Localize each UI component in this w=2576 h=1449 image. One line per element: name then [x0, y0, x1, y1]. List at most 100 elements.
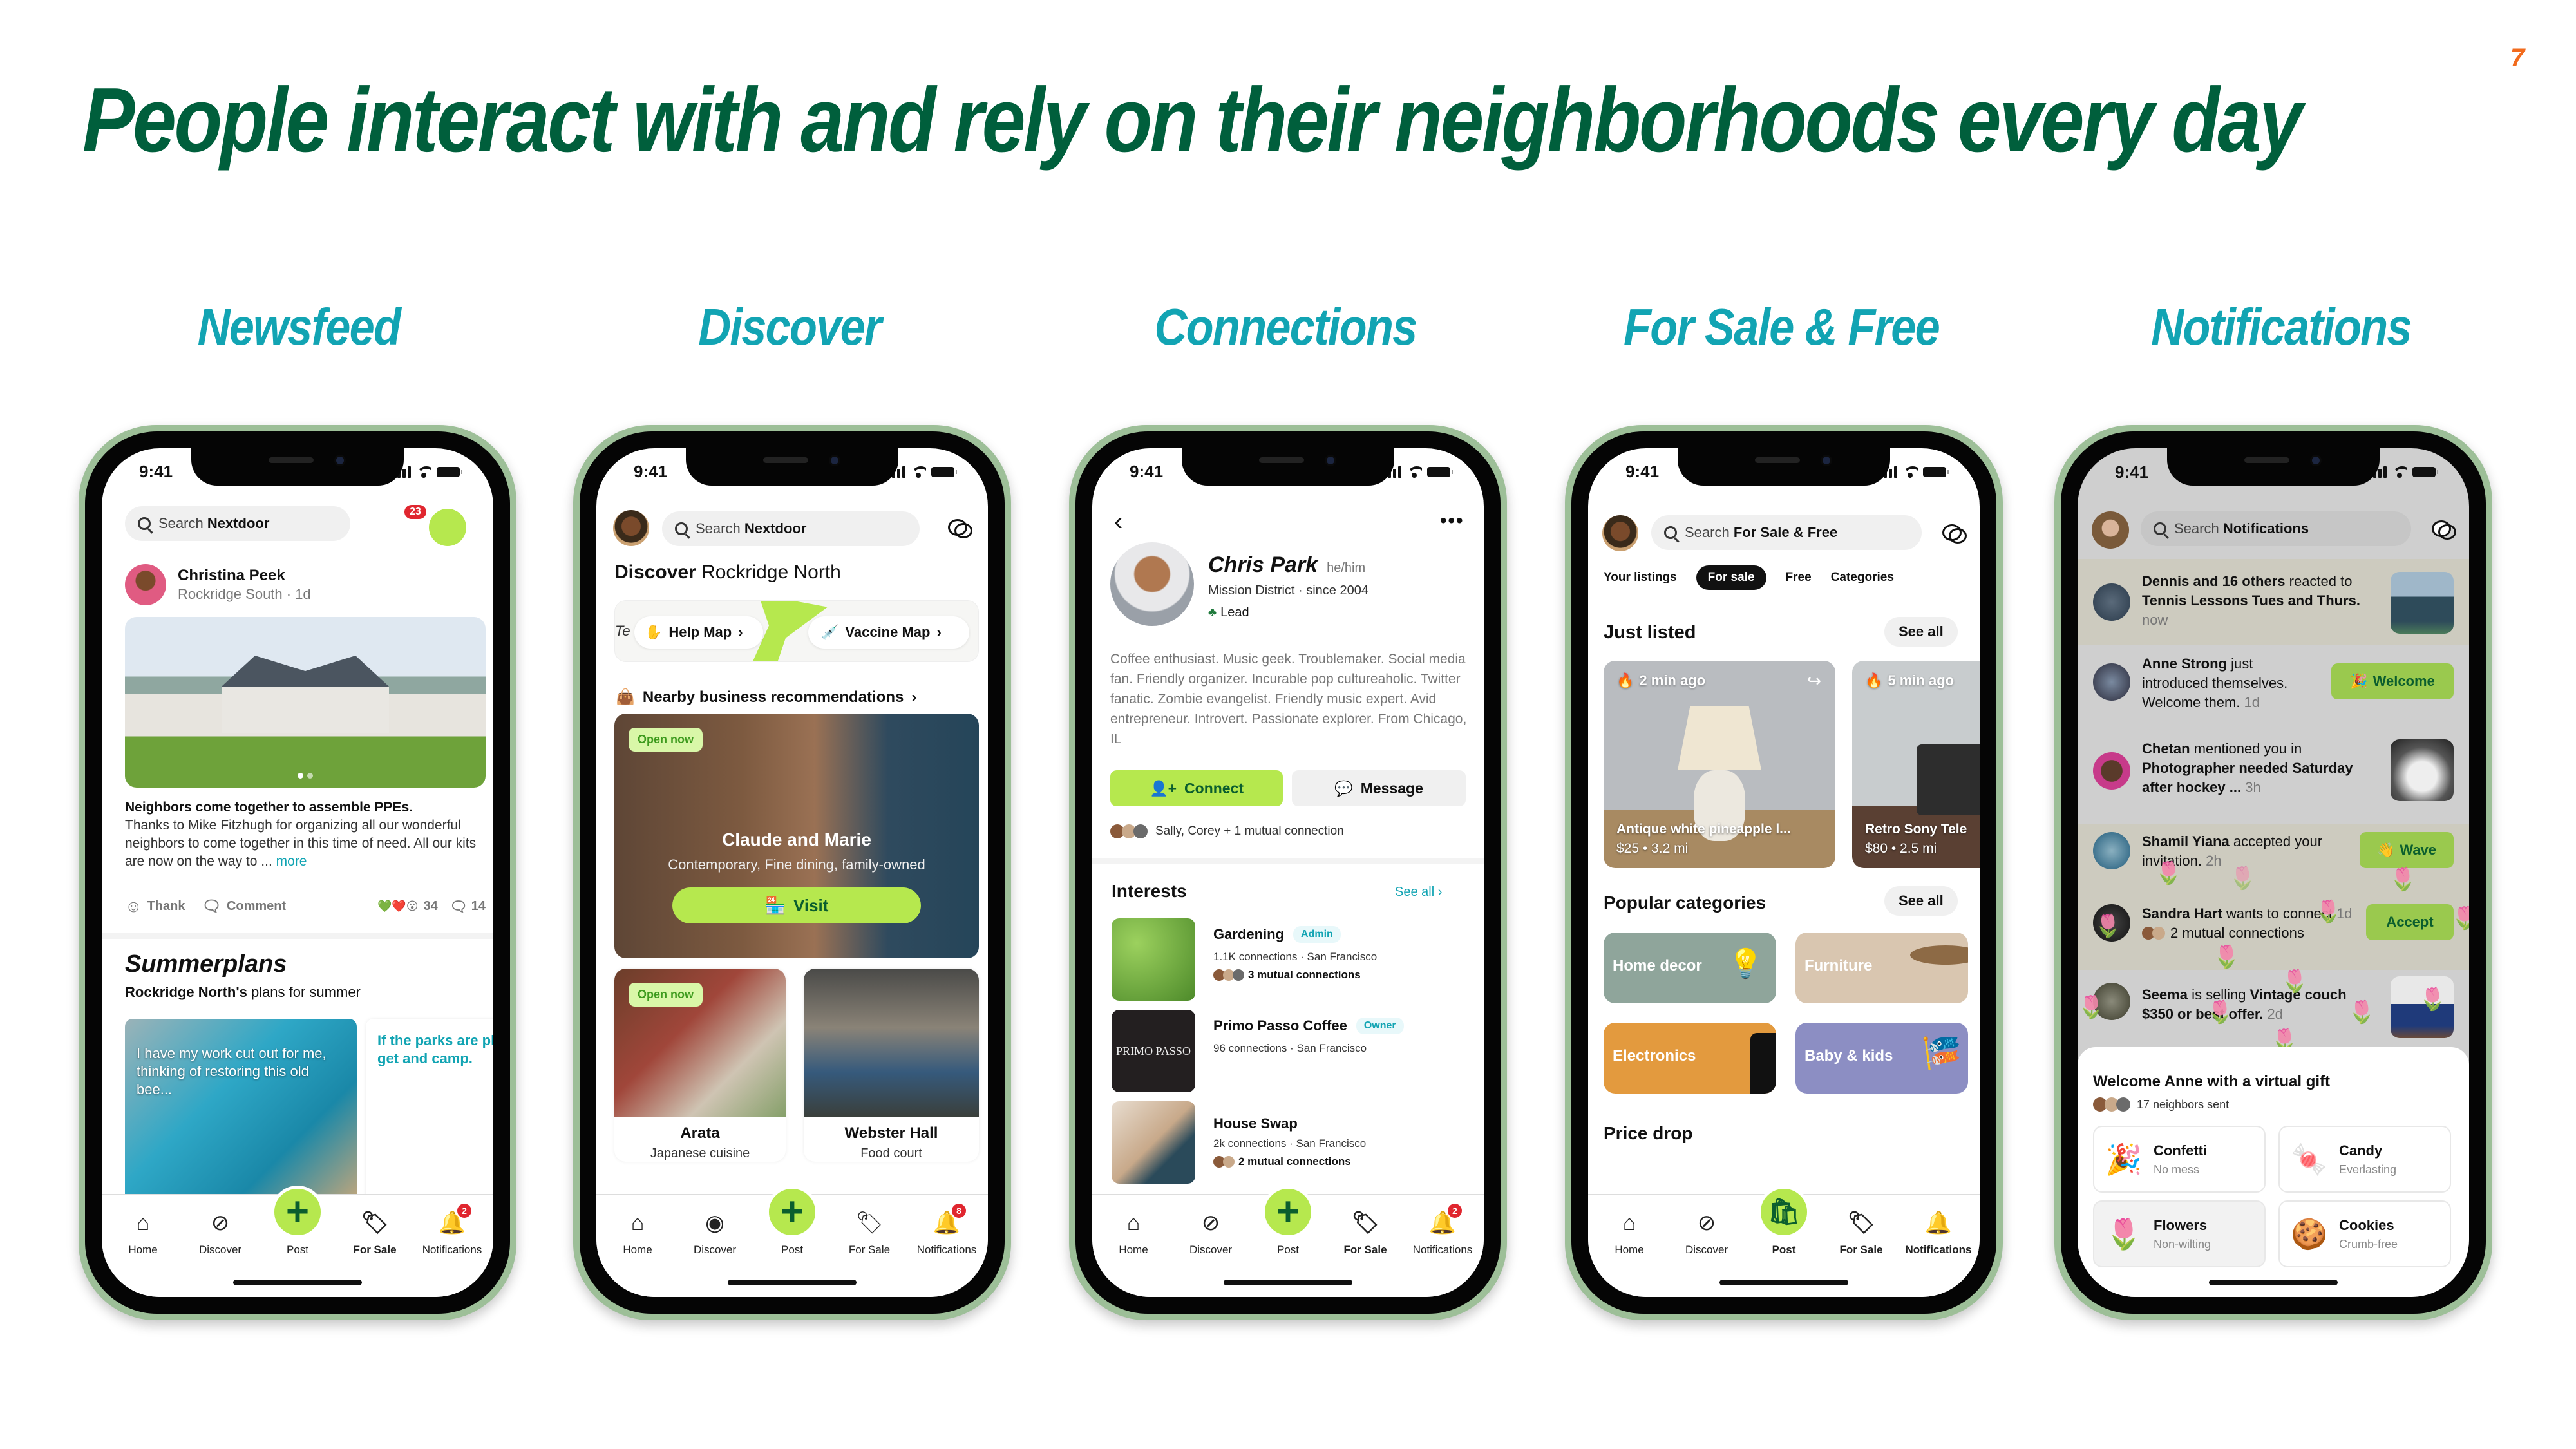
category-home-decor[interactable]: Home decor 💡: [1604, 933, 1776, 1003]
connections-screen: 9:41 ‹ ••• Chris Park he/him Mission Dis…: [1092, 448, 1484, 1297]
map-street-label: Te: [615, 623, 630, 639]
tab-home[interactable]: ⌂ Home: [1591, 1210, 1668, 1297]
bell-icon: 🔔 8: [933, 1204, 966, 1236]
tab-home[interactable]: ⌂ Home: [104, 1210, 182, 1297]
smile-icon: ☺: [125, 896, 142, 916]
profile-avatar[interactable]: [1602, 515, 1638, 551]
see-all-button[interactable]: See all: [1884, 886, 1958, 916]
see-all-button[interactable]: See all: [1884, 617, 1958, 647]
filter-for-sale[interactable]: For sale: [1696, 565, 1766, 590]
accept-button[interactable]: Accept: [2366, 904, 2454, 940]
gift-cookies[interactable]: 🍪 Cookies Crumb-free: [2278, 1200, 2451, 1267]
business-name: Claude and Marie: [722, 829, 871, 849]
profile-name: Chris Park: [1208, 553, 1318, 577]
search-bar[interactable]: Search Notifications: [2141, 511, 2411, 546]
see-all-link[interactable]: See all ›: [1395, 885, 1442, 900]
tulip-icon: 🌷: [2419, 987, 2447, 1012]
filter-categories[interactable]: Categories: [1831, 571, 1894, 585]
search-bar[interactable]: Search Nextdoor: [125, 506, 350, 541]
comment-count[interactable]: 🗨 14: [450, 898, 486, 915]
notification-count-badge[interactable]: 23: [404, 505, 426, 519]
interest-primo-passo[interactable]: PRIMO PASSO Primo Passo Coffee Owner 96 c…: [1112, 1010, 1472, 1094]
tag-icon: 🏷: [361, 1211, 389, 1235]
messages-icon[interactable]: [1942, 523, 1967, 544]
messages-icon[interactable]: [2432, 519, 2456, 540]
camera-icon: [1325, 455, 1336, 466]
tab-home[interactable]: ⌂ Home: [599, 1210, 676, 1297]
gift-confetti[interactable]: 🎉 Confetti No mess: [2093, 1126, 2266, 1193]
search-placeholder-bold: Nextdoor: [207, 515, 270, 531]
business-description: Japanese cuisine: [650, 1146, 750, 1160]
business-name: Arata: [680, 1124, 720, 1142]
notification-item[interactable]: Chetan mentioned you in Photographer nee…: [2078, 739, 2469, 819]
thank-button[interactable]: ☺ Thank: [125, 896, 185, 916]
pronouns: he/him: [1327, 561, 1366, 575]
hand-icon: ✋: [645, 624, 663, 640]
tab-home[interactable]: ⌂ Home: [1095, 1210, 1172, 1297]
business-card-arata[interactable]: Open now Arata Japanese cuisine: [614, 969, 786, 1162]
notification-item[interactable]: Dennis and 16 others reacted to Tennis L…: [2078, 559, 2469, 645]
more-link[interactable]: more: [276, 854, 307, 869]
compass-icon: ⊘: [211, 1211, 230, 1235]
help-map-button[interactable]: ✋ Help Map ›: [634, 616, 763, 649]
vaccine-map-button[interactable]: 💉 Vaccine Map ›: [808, 616, 969, 649]
comment-button[interactable]: 🗨 Comment: [202, 897, 286, 916]
tab-notifications[interactable]: 🔔 Notifications: [1900, 1210, 1977, 1297]
price-drop-title: Price drop: [1604, 1123, 1693, 1143]
category-furniture[interactable]: Furniture: [1795, 933, 1968, 1003]
search-bar[interactable]: Search Nextdoor: [662, 511, 920, 546]
gift-candy[interactable]: 🍬 Candy Everlasting: [2278, 1126, 2451, 1193]
gift-flowers[interactable]: 🌷 Flowers Non-wilting: [2093, 1200, 2266, 1267]
visit-button[interactable]: 🏪 Visit: [672, 887, 921, 923]
profile-photo[interactable]: [1110, 542, 1194, 626]
search-bar[interactable]: Search For Sale & Free: [1651, 515, 1922, 550]
wave-button[interactable]: 👋 Wave: [2360, 832, 2454, 868]
map-strip[interactable]: Te ✋ Help Map › 💉 Vaccine Map ›: [614, 600, 979, 662]
filter-free[interactable]: Free: [1786, 571, 1812, 585]
mutual-connections[interactable]: Sally, Corey + 1 mutual connection: [1110, 824, 1344, 838]
syringe-icon: 💉: [821, 624, 839, 640]
author-avatar[interactable]: [125, 564, 166, 605]
nearby-business-link[interactable]: 👜 Nearby business recommendations ›: [616, 688, 916, 706]
messages-icon[interactable]: [948, 518, 972, 538]
listing-card-lamp[interactable]: 🔥 2 min ago ↪ Antique white pineapple l..…: [1604, 661, 1835, 868]
business-card-webster-hall[interactable]: Webster Hall Food court: [804, 969, 979, 1162]
welcome-button[interactable]: 🎉 Welcome: [2331, 663, 2454, 699]
party-icon: 🎉: [2350, 673, 2368, 689]
filter-your-listings[interactable]: Your listings: [1604, 571, 1677, 585]
interest-gardening[interactable]: Gardening Admin 1.1K connections · San Fr…: [1112, 918, 1472, 1002]
profile-avatar[interactable]: [2092, 511, 2129, 549]
notification-item[interactable]: Anne Strong just introduced themselves. …: [2078, 654, 2469, 734]
battery-icon: [931, 466, 957, 477]
author-name[interactable]: Christina Peek: [178, 567, 285, 585]
share-icon[interactable]: ↪: [1807, 671, 1821, 691]
post-image-house[interactable]: [125, 617, 486, 788]
notification-item[interactable]: Sandra Hart wants to connect 1d 2 mutual …: [2078, 893, 2469, 970]
featured-business-card[interactable]: Open now Claude and Marie Contemporary, …: [614, 714, 979, 958]
summer-card-parks[interactable]: If the parks are planning to get and cam…: [366, 1019, 493, 1206]
reactions[interactable]: 💚❤️😮 34: [377, 899, 438, 914]
category-electronics[interactable]: Electronics: [1604, 1023, 1776, 1094]
interest-mutual: 3 mutual connections: [1213, 969, 1361, 981]
listing-card-tv[interactable]: 🔥 5 min ago Retro Sony Tele $80 • 2.5 mi: [1852, 661, 1980, 868]
interests-title: Interests: [1112, 881, 1187, 901]
more-options-icon[interactable]: •••: [1440, 510, 1464, 532]
summer-card-car[interactable]: I have my work cut out for me, thinking …: [125, 1019, 357, 1206]
discover-screen: 9:41 Search Nextdoor Discover Rockridge …: [596, 448, 988, 1297]
message-button[interactable]: 💬 Message: [1292, 770, 1466, 806]
connect-button[interactable]: 👤+ Connect: [1110, 770, 1283, 806]
profile-avatar[interactable]: [429, 509, 466, 546]
home-icon: ⌂: [136, 1211, 150, 1235]
open-now-badge: Open now: [629, 983, 703, 1007]
status-time: 9:41: [634, 462, 668, 481]
profile-avatar[interactable]: [613, 510, 649, 546]
category-baby-kids[interactable]: Baby & kids 🎏: [1795, 1023, 1968, 1094]
back-icon[interactable]: ‹: [1114, 507, 1122, 536]
tab-notifications[interactable]: 🔔 8 Notifications: [908, 1204, 985, 1297]
tab-notifications[interactable]: 🔔 2 Notifications: [1404, 1204, 1481, 1297]
interest-house-swap[interactable]: House Swap 2k connections · San Francisc…: [1112, 1101, 1472, 1185]
post-headline: Neighbors come together to assemble PPEs…: [125, 800, 413, 815]
battery-icon: [1427, 466, 1453, 477]
page-number: 7: [2510, 44, 2525, 72]
tab-notifications[interactable]: 🔔 2 Notifications: [413, 1204, 491, 1297]
